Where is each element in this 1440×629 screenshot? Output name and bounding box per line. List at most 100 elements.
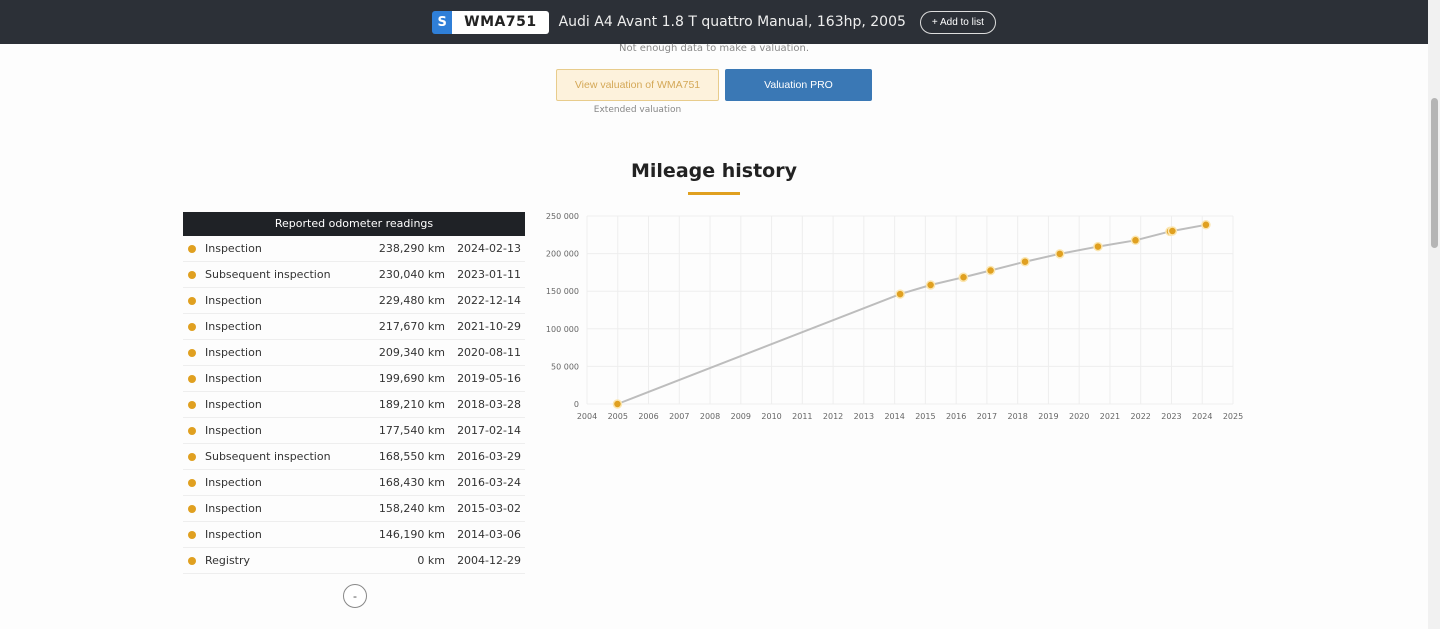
odometer-table: Reported odometer readings Inspection 238… (183, 212, 525, 574)
reading-type: Inspection (205, 242, 262, 255)
y-tick-label: 250 000 (546, 212, 579, 221)
reading-type: Inspection (205, 372, 262, 385)
x-tick-label: 2020 (1069, 412, 1089, 421)
reading-type: Subsequent inspection (205, 450, 331, 463)
reading-dot-icon (188, 296, 196, 305)
reading-date: 2016-03-29 (457, 450, 521, 463)
reading-date: 2022-12-14 (457, 294, 521, 307)
reading-dot-icon (188, 270, 196, 279)
table-row: Inspection 209,340 km 2020-08-11 (183, 340, 525, 366)
reading-type: Inspection (205, 294, 262, 307)
y-tick-label: 150 000 (546, 287, 579, 296)
reading-km: 158,240 km (378, 502, 445, 515)
vehicle-title: Audi A4 Avant 1.8 T quattro Manual, 163h… (558, 14, 906, 30)
collapse-button[interactable]: - (343, 584, 367, 608)
x-tick-label: 2015 (915, 412, 935, 421)
reading-date: 2023-01-11 (457, 268, 521, 281)
x-tick-label: 2016 (946, 412, 966, 421)
mileage-chart: 2004 2005 2006 2007 2008 2009 2010 2011 2012 2013… (546, 212, 1243, 421)
x-tick-label: 2024 (1192, 412, 1212, 421)
reading-km: 230,040 km (378, 268, 445, 281)
x-tick-label: 2019 (1038, 412, 1058, 421)
reading-type: Inspection (205, 320, 262, 333)
reading-dot-icon (188, 426, 196, 435)
reading-type: Inspection (205, 528, 262, 541)
reading-date: 2019-05-16 (457, 372, 521, 385)
valuation-note: Not enough data to make a valuation. (619, 43, 809, 54)
data-point (1130, 235, 1141, 246)
top-bar: S WMA751 Audi A4 Avant 1.8 T quattro Man… (0, 0, 1428, 44)
reading-type: Inspection (205, 502, 262, 515)
data-point (1167, 226, 1178, 236)
data-point (1093, 241, 1103, 252)
reading-type: Inspection (205, 476, 262, 489)
reading-type: Inspection (205, 424, 262, 437)
table-row: Inspection 229,480 km 2022-12-14 (183, 288, 525, 314)
valuation-pro-button[interactable]: Valuation PRO (725, 69, 872, 101)
x-tick-label: 2018 (1007, 412, 1027, 421)
reading-date: 2021-10-29 (457, 320, 521, 333)
section-title: Mileage history (631, 160, 797, 182)
table-row: Subsequent inspection 230,040 km 2023-01-1… (183, 262, 525, 288)
reading-date: 2016-03-24 (457, 476, 521, 489)
reading-date: 2024-02-13 (457, 242, 521, 255)
reading-km: 168,550 km (378, 450, 445, 463)
data-point (1201, 220, 1211, 230)
table-row: Inspection 146,190 km 2014-03-06 (183, 522, 525, 548)
y-tick-label: 0 (574, 400, 579, 409)
license-plate: S WMA751 (432, 10, 549, 34)
y-tick-label: 200 000 (546, 250, 579, 259)
x-tick-label: 2025 (1223, 412, 1243, 421)
reading-km: 146,190 km (378, 528, 445, 541)
reading-date: 2015-03-02 (457, 502, 521, 515)
x-tick-label: 2006 (638, 412, 658, 421)
reading-dot-icon (188, 374, 196, 383)
reading-date: 2014-03-06 (457, 528, 521, 541)
data-point (895, 289, 905, 299)
data-point (985, 265, 996, 276)
table-row: Inspection 168,430 km 2016-03-24 (183, 470, 525, 496)
data-point (612, 399, 623, 409)
x-tick-label: 2010 (761, 412, 781, 421)
x-tick-label: 2011 (792, 412, 812, 421)
extended-valuation-label: Extended valuation (593, 105, 682, 115)
reading-dot-icon (188, 556, 196, 565)
x-tick-label: 2008 (700, 412, 720, 421)
reading-date: 2004-12-29 (457, 554, 521, 567)
x-tick-label: 2021 (1100, 412, 1120, 421)
reading-type: Subsequent inspection (205, 268, 331, 281)
x-tick-label: 2012 (823, 412, 843, 421)
reading-date: 2017-02-14 (457, 424, 521, 437)
x-tick-label: 2005 (608, 412, 628, 421)
table-row: Subsequent inspection 168,550 km 2016-03-2… (183, 444, 525, 470)
table-row: Inspection 238,290 km 2024-02-13 (183, 236, 525, 262)
reading-km: 0 km (417, 554, 445, 567)
reading-dot-icon (188, 322, 196, 331)
table-header: Reported odometer readings (183, 212, 525, 236)
data-point (925, 280, 936, 290)
reading-dot-icon (188, 452, 196, 461)
scrollbar[interactable] (1428, 0, 1440, 629)
reading-km: 229,480 km (378, 294, 445, 307)
y-tick-label: 50 000 (551, 362, 579, 371)
reading-dot-icon (188, 400, 196, 409)
table-row: Inspection 189,210 km 2018-03-28 (183, 392, 525, 418)
reading-dot-icon (188, 504, 196, 513)
reading-km: 168,430 km (378, 476, 445, 489)
reading-km: 177,540 km (378, 424, 445, 437)
x-tick-label: 2013 (854, 412, 874, 421)
reading-km: 199,690 km (378, 372, 445, 385)
mileage-line (617, 223, 1207, 405)
reading-km: 217,670 km (378, 320, 445, 333)
reading-type: Inspection (205, 398, 262, 411)
x-tick-label: 2009 (731, 412, 751, 421)
table-row: Inspection 199,690 km 2019-05-16 (183, 366, 525, 392)
scrollbar-thumb[interactable] (1431, 98, 1438, 248)
reading-dot-icon (188, 348, 196, 357)
x-tick-label: 2017 (977, 412, 997, 421)
view-valuation-button[interactable]: View valuation of WMA751 (556, 69, 719, 101)
data-point (1055, 249, 1065, 259)
x-tick-label: 2014 (884, 412, 904, 421)
plate-prefix: S (432, 10, 453, 34)
add-to-list-button[interactable]: + Add to list (919, 10, 996, 34)
